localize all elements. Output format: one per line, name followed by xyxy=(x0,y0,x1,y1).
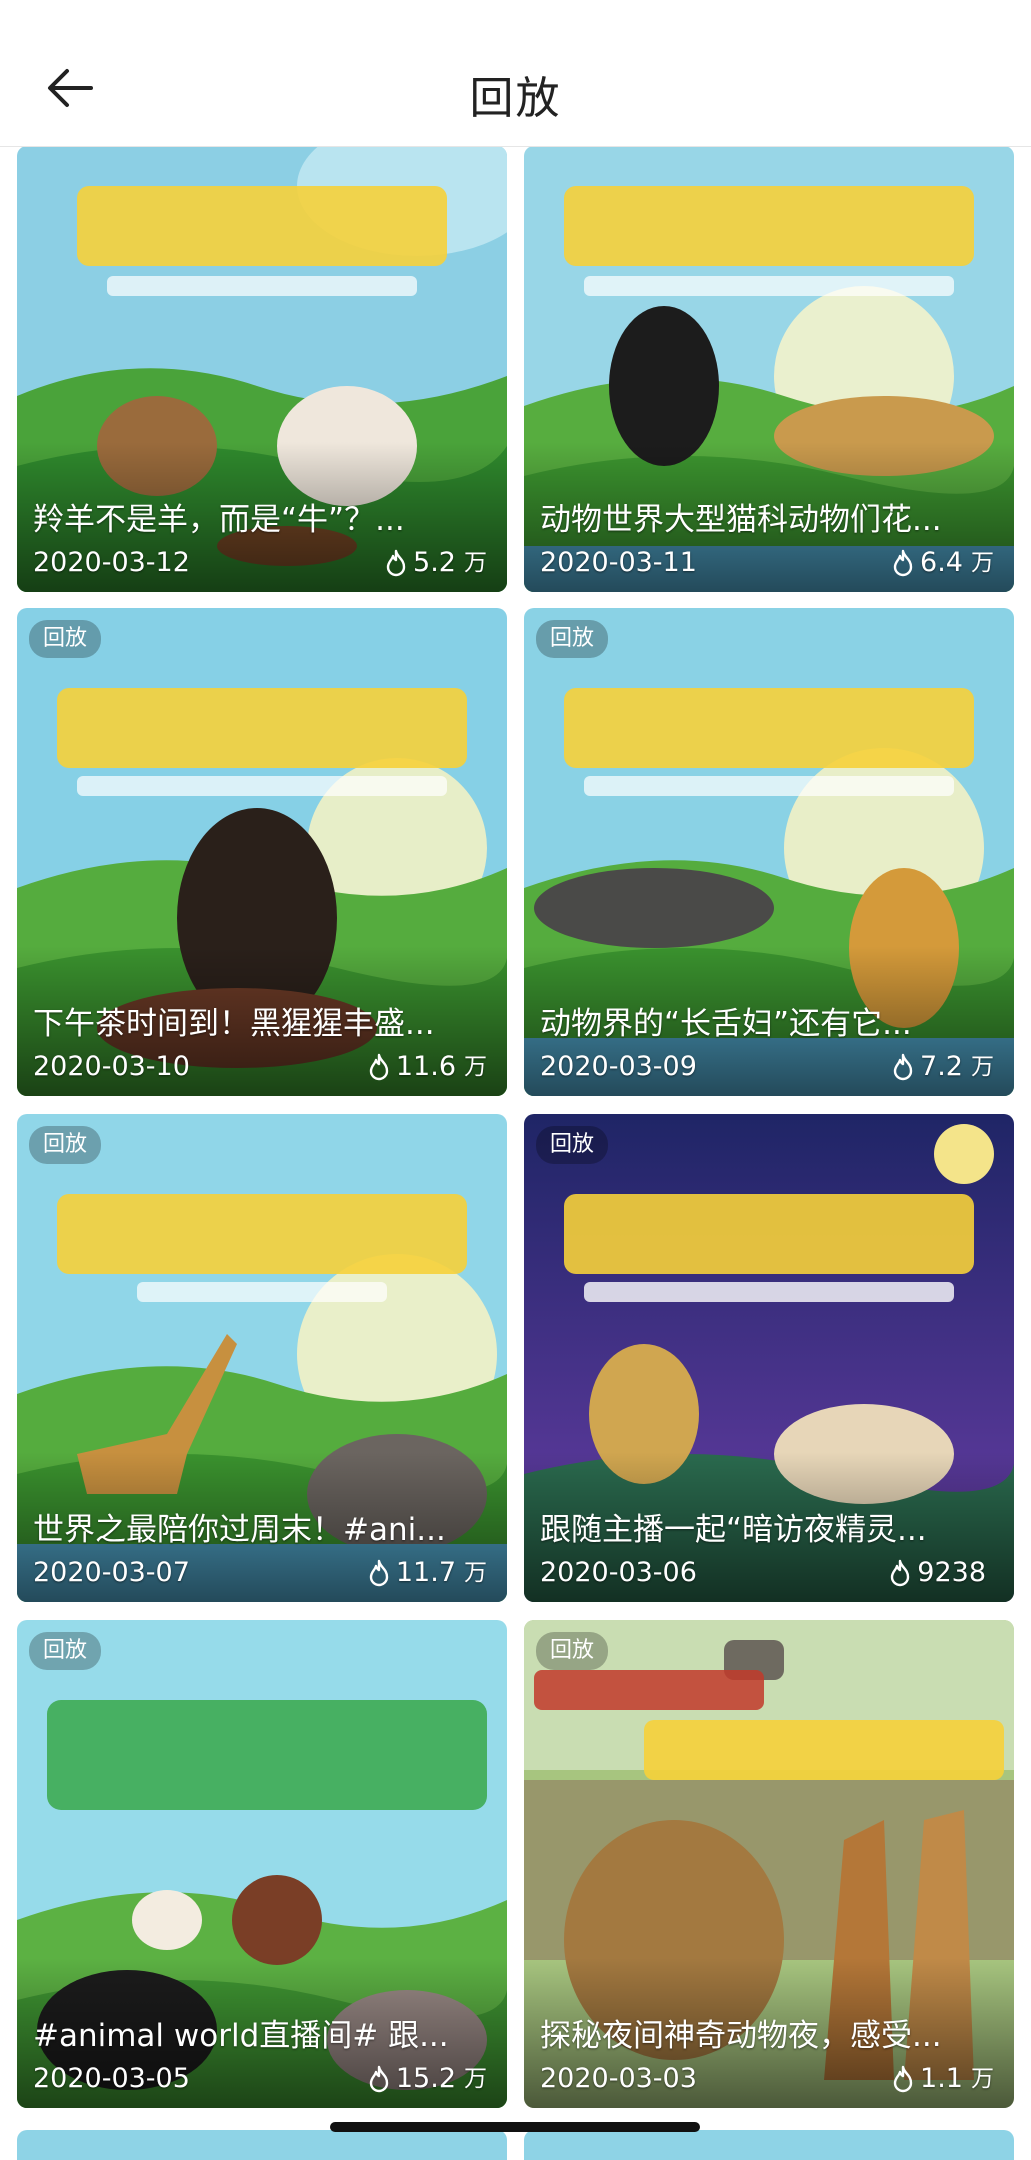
home-indicator[interactable] xyxy=(330,2122,700,2132)
view-count: 9238 xyxy=(887,1556,994,1590)
card-date: 2020-03-11 xyxy=(540,547,697,578)
card-title: 下午茶时间到！黑猩猩丰盛... xyxy=(33,1006,435,1042)
views-number: 9238 xyxy=(917,1557,986,1588)
card-date: 2020-03-07 xyxy=(33,1557,190,1588)
page-title: 回放 xyxy=(469,73,562,124)
view-count: 6.4 万 xyxy=(890,546,994,580)
view-count: 15.2 万 xyxy=(366,2062,487,2096)
flame-icon xyxy=(369,1053,389,1081)
replay-badge: 回放 xyxy=(29,620,102,658)
card-date: 2020-03-05 xyxy=(33,2063,190,2094)
flame-icon xyxy=(386,549,406,577)
replay-card[interactable]: 回放 #animal world直播间# 跟... 2020-03-05 15.… xyxy=(17,1620,507,2108)
views-unit: 万 xyxy=(464,550,487,576)
card-title: #animal world直播间# 跟... xyxy=(33,2018,449,2054)
card-date: 2020-03-12 xyxy=(33,547,190,578)
replay-card[interactable]: 回放 世界之最陪你过周末！#ani... 2020-03-07 11.7 万 xyxy=(17,1114,507,1602)
next-card-peek[interactable] xyxy=(524,2130,1014,2160)
view-count: 5.2 万 xyxy=(383,546,487,580)
view-count: 11.7 万 xyxy=(366,1556,487,1590)
views-unit: 万 xyxy=(971,550,994,576)
flame-icon xyxy=(893,549,913,577)
flame-icon xyxy=(893,2065,913,2093)
views-number: 11.7 xyxy=(395,1557,456,1588)
views-number: 11.6 xyxy=(395,1051,456,1082)
replay-badge: 回放 xyxy=(536,1632,609,1670)
replay-card[interactable]: 羚羊不是羊，而是“牛”？... 2020-03-12 5.2 万 xyxy=(17,146,507,592)
replay-card[interactable]: 回放 探秘夜间神奇动物夜，感受... 2020-03-03 1.1 万 xyxy=(524,1620,1014,2108)
next-card-peek[interactable] xyxy=(17,2130,507,2160)
flame-icon xyxy=(893,1053,913,1081)
views-unit: 万 xyxy=(464,1054,487,1080)
card-title: 跟随主播一起“暗访夜精灵... xyxy=(540,1512,927,1548)
views-number: 1.1 xyxy=(920,2063,963,2094)
replay-badge: 回放 xyxy=(29,1632,102,1670)
replay-badge: 回放 xyxy=(536,620,609,658)
card-title: 世界之最陪你过周末！#ani... xyxy=(33,1512,446,1548)
flame-icon xyxy=(891,1559,910,1587)
views-number: 6.4 xyxy=(920,547,963,578)
card-date: 2020-03-09 xyxy=(540,1051,697,1082)
replay-badge: 回放 xyxy=(29,1126,102,1164)
views-unit: 万 xyxy=(464,1560,487,1586)
card-title: 探秘夜间神奇动物夜，感受... xyxy=(540,2018,942,2054)
views-unit: 万 xyxy=(971,2066,994,2092)
card-title: 羚羊不是羊，而是“牛”？... xyxy=(33,502,405,538)
card-date: 2020-03-10 xyxy=(33,1051,190,1082)
replay-card[interactable]: 回放 下午茶时间到！黑猩猩丰盛... 2020-03-10 11.6 万 xyxy=(17,608,507,1096)
replay-card[interactable]: 回放 跟随主播一起“暗访夜精灵... 2020-03-06 9238 xyxy=(524,1114,1014,1602)
replay-card[interactable]: 回放 动物界的“长舌妇”还有它... 2020-03-09 7.2 万 xyxy=(524,608,1014,1096)
views-number: 7.2 xyxy=(920,1051,963,1082)
header-bar: 回放 xyxy=(0,0,1031,147)
replay-card[interactable]: 动物世界大型猫科动物们花... 2020-03-11 6.4 万 xyxy=(524,146,1014,592)
views-number: 15.2 xyxy=(395,2063,456,2094)
card-title: 动物世界大型猫科动物们花... xyxy=(540,502,942,538)
card-title: 动物界的“长舌妇”还有它... xyxy=(540,1006,912,1042)
card-date: 2020-03-06 xyxy=(540,1557,697,1588)
replay-badge: 回放 xyxy=(536,1126,609,1164)
views-unit: 万 xyxy=(971,1054,994,1080)
view-count: 11.6 万 xyxy=(366,1050,487,1084)
view-count: 1.1 万 xyxy=(890,2062,994,2096)
flame-icon xyxy=(369,1559,389,1587)
views-unit: 万 xyxy=(464,2066,487,2092)
view-count: 7.2 万 xyxy=(890,1050,994,1084)
flame-icon xyxy=(369,2065,389,2093)
views-number: 5.2 xyxy=(413,547,456,578)
card-date: 2020-03-03 xyxy=(540,2063,697,2094)
